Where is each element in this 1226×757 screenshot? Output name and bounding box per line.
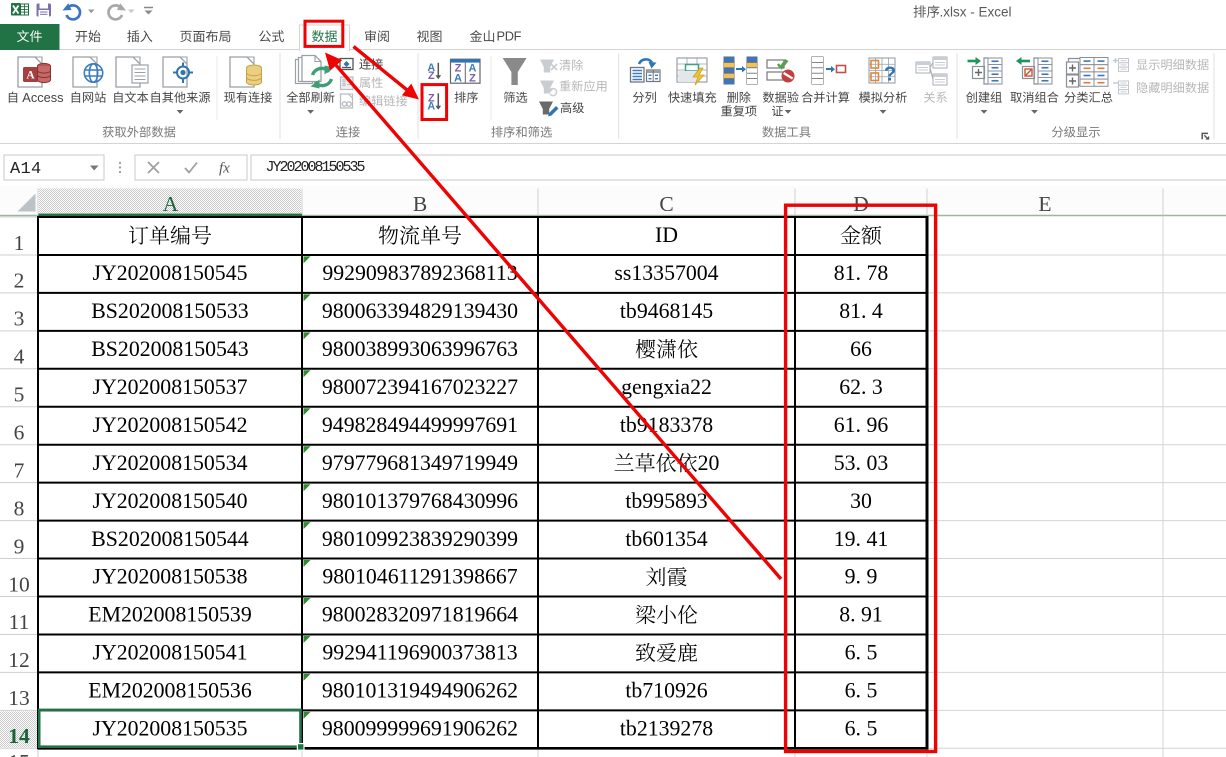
svg-text:E: E	[1038, 192, 1051, 216]
svg-text:3: 3	[14, 307, 25, 331]
svg-text:EM202008150539: EM202008150539	[88, 603, 251, 627]
svg-text:JY202008150542: JY202008150542	[92, 413, 247, 437]
svg-text:992941196900373813: 992941196900373813	[322, 641, 517, 665]
svg-text:A: A	[454, 72, 462, 84]
svg-text:7: 7	[14, 459, 25, 483]
svg-text:?: ?	[884, 64, 896, 86]
svg-text:980028320971819664: 980028320971819664	[322, 603, 518, 627]
svg-text:JY202008150534: JY202008150534	[92, 451, 247, 475]
svg-text:6: 6	[14, 421, 25, 445]
svg-text:PDF: PDF	[497, 28, 522, 43]
svg-text:980101379768430996: 980101379768430996	[322, 489, 518, 513]
svg-text:14: 14	[8, 724, 30, 748]
svg-text:BS202008150544: BS202008150544	[91, 527, 249, 551]
svg-text:JY202008150540: JY202008150540	[92, 489, 247, 513]
svg-text:1: 1	[14, 231, 25, 255]
svg-text:B: B	[413, 192, 427, 216]
svg-text:19. 41: 19. 41	[834, 527, 889, 551]
svg-text:tb710926: tb710926	[625, 679, 707, 703]
svg-text:62. 3: 62. 3	[839, 375, 883, 399]
svg-text:JY202008150538: JY202008150538	[92, 565, 247, 589]
svg-text:980104611291398667: 980104611291398667	[322, 565, 517, 589]
svg-text:15: 15	[8, 750, 30, 757]
svg-text:JY202008150535: JY202008150535	[92, 717, 247, 741]
svg-text:Access: Access	[22, 90, 63, 105]
svg-text:979779681349719949: 979779681349719949	[322, 451, 518, 475]
svg-text:949828494499997691: 949828494499997691	[322, 413, 518, 437]
svg-text:JY202008150545: JY202008150545	[92, 261, 247, 285]
svg-text:JY202008150535: JY202008150535	[266, 159, 366, 176]
svg-text:6. 5: 6. 5	[845, 717, 878, 741]
svg-text:20: 20	[698, 451, 720, 475]
svg-text:980101319494906262: 980101319494906262	[322, 679, 518, 703]
svg-text:66: 66	[850, 337, 872, 361]
svg-text:JY202008150537: JY202008150537	[92, 375, 247, 399]
svg-text:tb2139278: tb2139278	[620, 717, 713, 741]
svg-text:BS202008150533: BS202008150533	[91, 299, 249, 323]
svg-text:tb601354: tb601354	[625, 527, 707, 551]
svg-text:980072394167023227: 980072394167023227	[322, 375, 518, 399]
svg-text:61. 96: 61. 96	[834, 413, 889, 437]
svg-text:980063394829139430: 980063394829139430	[322, 299, 518, 323]
svg-text:tb9183378: tb9183378	[620, 413, 713, 437]
svg-text:8. 91: 8. 91	[839, 603, 883, 627]
svg-text:fx: fx	[219, 160, 230, 176]
svg-text:2: 2	[14, 269, 25, 293]
svg-text:A: A	[163, 192, 179, 216]
svg-text:6. 5: 6. 5	[845, 679, 878, 703]
svg-text:11: 11	[9, 610, 30, 634]
svg-text:ss13357004: ss13357004	[614, 261, 718, 285]
svg-text:BS202008150543: BS202008150543	[91, 337, 249, 361]
svg-text:A: A	[427, 101, 435, 113]
svg-text:6. 5: 6. 5	[845, 641, 878, 665]
svg-text:tb995893: tb995893	[625, 489, 707, 513]
svg-text:tb9468145: tb9468145	[620, 299, 713, 323]
svg-text:ID: ID	[655, 223, 678, 247]
svg-text:5: 5	[14, 383, 25, 407]
svg-text:30: 30	[850, 489, 872, 513]
svg-text:8: 8	[14, 496, 25, 520]
svg-text:980109923839290399: 980109923839290399	[322, 527, 518, 551]
svg-text:992909837892368113: 992909837892368113	[322, 261, 517, 285]
svg-text:980038993063996763: 980038993063996763	[322, 337, 518, 361]
svg-text:C: C	[659, 192, 673, 216]
svg-text:JY202008150541: JY202008150541	[92, 641, 247, 665]
svg-text:Z: Z	[469, 72, 476, 84]
svg-text:9. 9: 9. 9	[845, 565, 878, 589]
svg-text:Z: Z	[428, 70, 435, 82]
svg-text:13: 13	[8, 686, 30, 710]
svg-text:A14: A14	[10, 160, 42, 179]
svg-text:gengxia22: gengxia22	[621, 375, 712, 399]
svg-text:9: 9	[14, 534, 25, 558]
svg-text:EM202008150536: EM202008150536	[88, 679, 252, 703]
svg-text:81. 78: 81. 78	[834, 261, 889, 285]
svg-text:12: 12	[8, 648, 30, 672]
svg-text:980099999691906262: 980099999691906262	[322, 717, 518, 741]
svg-text:.xlsx - Excel: .xlsx - Excel	[940, 4, 1012, 19]
svg-text:A: A	[26, 70, 35, 82]
svg-text:4: 4	[14, 345, 25, 369]
svg-text:81. 4: 81. 4	[839, 299, 883, 323]
svg-text:10: 10	[8, 572, 30, 596]
svg-text:53. 03: 53. 03	[834, 451, 889, 475]
